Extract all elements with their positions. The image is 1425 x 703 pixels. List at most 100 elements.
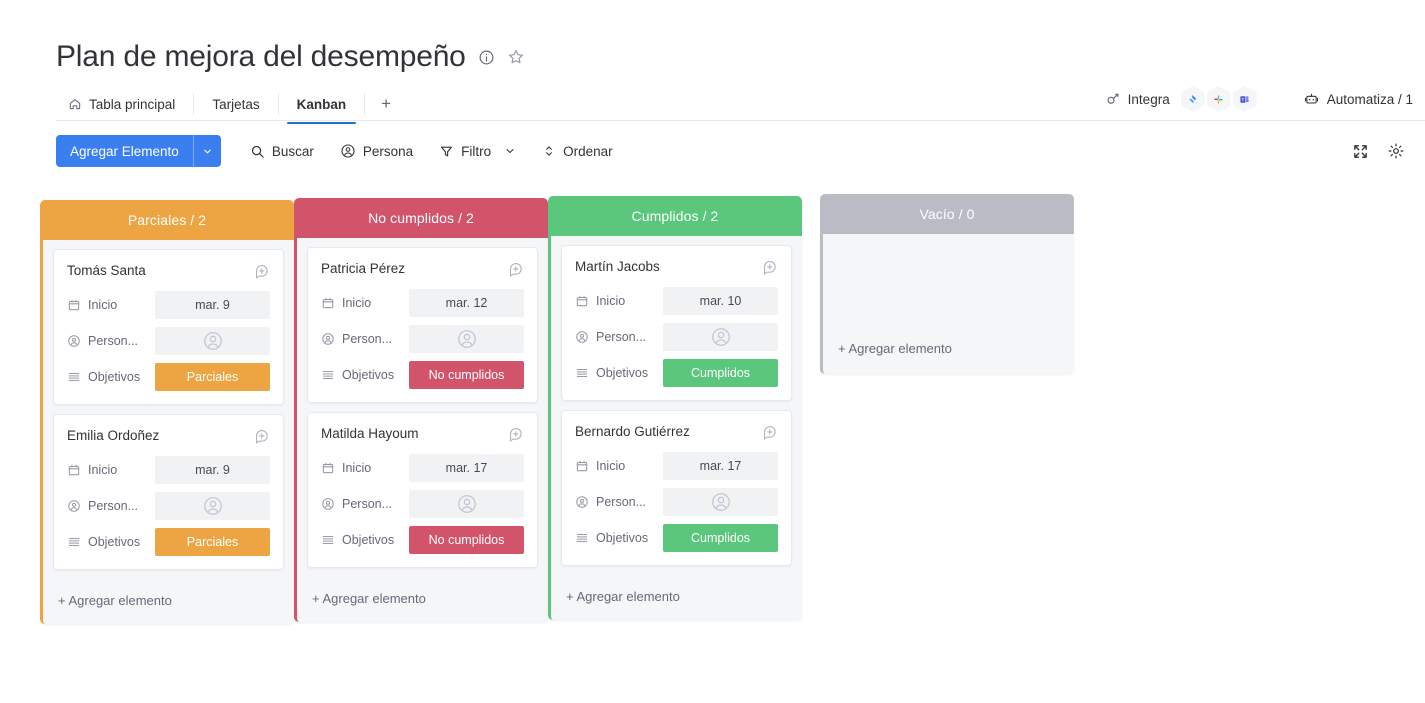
kanban-card[interactable]: Martín Jacobs Inicio mar. 10 Person... Objet… — [561, 245, 792, 401]
person-filter-button[interactable]: Persona — [327, 135, 426, 167]
card-field-date: Inicio mar. 17 — [321, 454, 524, 482]
automate-button[interactable]: Automatiza / 1 — [1291, 91, 1425, 107]
add-element-footer[interactable]: + Agregar elemento — [554, 575, 802, 620]
jira-app-icon[interactable] — [1180, 86, 1205, 112]
teams-app-icon[interactable]: T — [1232, 86, 1257, 112]
expand-icon[interactable] — [1345, 136, 1375, 166]
person-icon — [67, 334, 81, 348]
card-field-status: Objetivos Cumplidos — [575, 524, 778, 552]
field-label: Objetivos — [321, 533, 409, 547]
column-header[interactable]: No cumplidos / 2 — [294, 198, 548, 238]
add-update-icon[interactable] — [253, 427, 270, 444]
date-value[interactable]: mar. 12 — [409, 289, 524, 317]
integration-apps: T — [1180, 86, 1257, 112]
card-field-date: Inicio mar. 10 — [575, 287, 778, 315]
status-value[interactable]: No cumplidos — [409, 526, 524, 554]
status-lines-icon — [321, 533, 335, 547]
integrate-button[interactable]: Integra T — [1093, 86, 1269, 112]
info-circle-icon[interactable] — [478, 49, 495, 66]
avatar-placeholder-icon — [456, 328, 478, 350]
star-outline-icon[interactable] — [507, 48, 525, 66]
search-button[interactable]: Buscar — [237, 135, 327, 167]
status-value[interactable]: Cumplidos — [663, 359, 778, 387]
calendar-icon — [67, 298, 81, 312]
field-label-text: Inicio — [342, 296, 372, 310]
status-value[interactable]: No cumplidos — [409, 361, 524, 389]
person-value[interactable] — [409, 490, 524, 518]
field-label-text: Inicio — [88, 298, 118, 312]
column-title: Parciales / 2 — [127, 212, 207, 228]
chevron-down-icon[interactable] — [192, 135, 221, 167]
status-value[interactable]: Cumplidos — [663, 524, 778, 552]
date-value[interactable]: mar. 9 — [155, 291, 270, 319]
add-view-button[interactable]: + — [365, 88, 407, 120]
add-element-footer[interactable]: + Agregar elemento — [46, 579, 294, 624]
field-label: Person... — [575, 495, 663, 509]
date-value[interactable]: mar. 17 — [409, 454, 524, 482]
header-actions: Integra T Automatiza / 1 — [1093, 86, 1425, 112]
status-lines-icon — [67, 535, 81, 549]
kanban-column: Vacío / 0 + Agregar elemento — [820, 194, 1074, 374]
field-label: Objetivos — [67, 535, 155, 549]
card-title: Matilda Hayoum — [321, 426, 419, 441]
card-field-person: Person... — [575, 488, 778, 516]
tab-tabla-principal[interactable]: Tabla principal — [56, 88, 193, 120]
person-icon — [575, 330, 589, 344]
add-element-footer[interactable]: + Agregar elemento — [826, 327, 1074, 374]
sort-label: Ordenar — [563, 143, 613, 159]
person-value[interactable] — [663, 488, 778, 516]
field-label-text: Objetivos — [88, 535, 141, 549]
kanban-card[interactable]: Tomás Santa Inicio mar. 9 Person... Objetivo… — [53, 249, 284, 405]
status-value[interactable]: Parciales — [155, 363, 270, 391]
person-value[interactable] — [409, 325, 524, 353]
calendar-icon — [575, 294, 589, 308]
kanban-card[interactable]: Bernardo Gutiérrez Inicio mar. 17 Person...… — [561, 410, 792, 566]
avatar-placeholder-icon — [456, 493, 478, 515]
kanban-board-page: Plan de mejora del desempeño Tabla princ… — [0, 0, 1425, 703]
tab-kanban[interactable]: Kanban — [279, 88, 365, 124]
kanban-card[interactable]: Emilia Ordoñez Inicio mar. 9 Person... Objet… — [53, 414, 284, 570]
filter-label: Filtro — [461, 143, 492, 159]
person-value[interactable] — [155, 327, 270, 355]
date-value[interactable]: mar. 17 — [663, 452, 778, 480]
field-label: Inicio — [67, 463, 155, 477]
tab-tarjetas[interactable]: Tarjetas — [194, 88, 277, 120]
column-header[interactable]: Parciales / 2 — [40, 200, 294, 240]
slack-app-icon[interactable] — [1206, 86, 1231, 112]
person-value[interactable] — [663, 323, 778, 351]
add-update-icon[interactable] — [507, 260, 524, 277]
add-update-icon[interactable] — [761, 258, 778, 275]
status-value[interactable]: Parciales — [155, 528, 270, 556]
column-header[interactable]: Vacío / 0 — [820, 194, 1074, 234]
automate-label: Automatiza / 1 — [1326, 91, 1413, 107]
sort-button[interactable]: Ordenar — [529, 135, 626, 167]
field-label: Objetivos — [67, 370, 155, 384]
card-field-person: Person... — [321, 490, 524, 518]
chevron-down-icon[interactable] — [504, 145, 516, 157]
filter-button[interactable]: Filtro — [426, 135, 529, 167]
add-update-icon[interactable] — [253, 262, 270, 279]
add-update-icon[interactable] — [761, 423, 778, 440]
card-title: Emilia Ordoñez — [67, 428, 160, 443]
add-update-icon[interactable] — [507, 425, 524, 442]
kanban-column: No cumplidos / 2 Patricia Pérez Inicio mar.… — [294, 198, 548, 622]
person-label: Persona — [362, 143, 414, 159]
calendar-icon — [321, 296, 335, 310]
add-item-button[interactable]: Agregar Elemento — [56, 135, 221, 167]
column-header[interactable]: Cumplidos / 2 — [548, 196, 802, 236]
card-title-row: Tomás Santa — [67, 262, 270, 279]
card-field-date: Inicio mar. 9 — [67, 291, 270, 319]
gear-icon[interactable] — [1381, 136, 1411, 166]
card-field-person: Person... — [575, 323, 778, 351]
field-label: Inicio — [321, 296, 409, 310]
kanban-card[interactable]: Patricia Pérez Inicio mar. 12 Person... Obje… — [307, 247, 538, 403]
person-value[interactable] — [155, 492, 270, 520]
field-label: Inicio — [321, 461, 409, 475]
field-label-text: Objetivos — [596, 366, 649, 380]
date-value[interactable]: mar. 9 — [155, 456, 270, 484]
card-field-date: Inicio mar. 12 — [321, 289, 524, 317]
date-value[interactable]: mar. 10 — [663, 287, 778, 315]
add-element-footer[interactable]: + Agregar elemento — [300, 577, 548, 622]
field-label: Person... — [321, 332, 409, 346]
kanban-card[interactable]: Matilda Hayoum Inicio mar. 17 Person... Obje… — [307, 412, 538, 568]
